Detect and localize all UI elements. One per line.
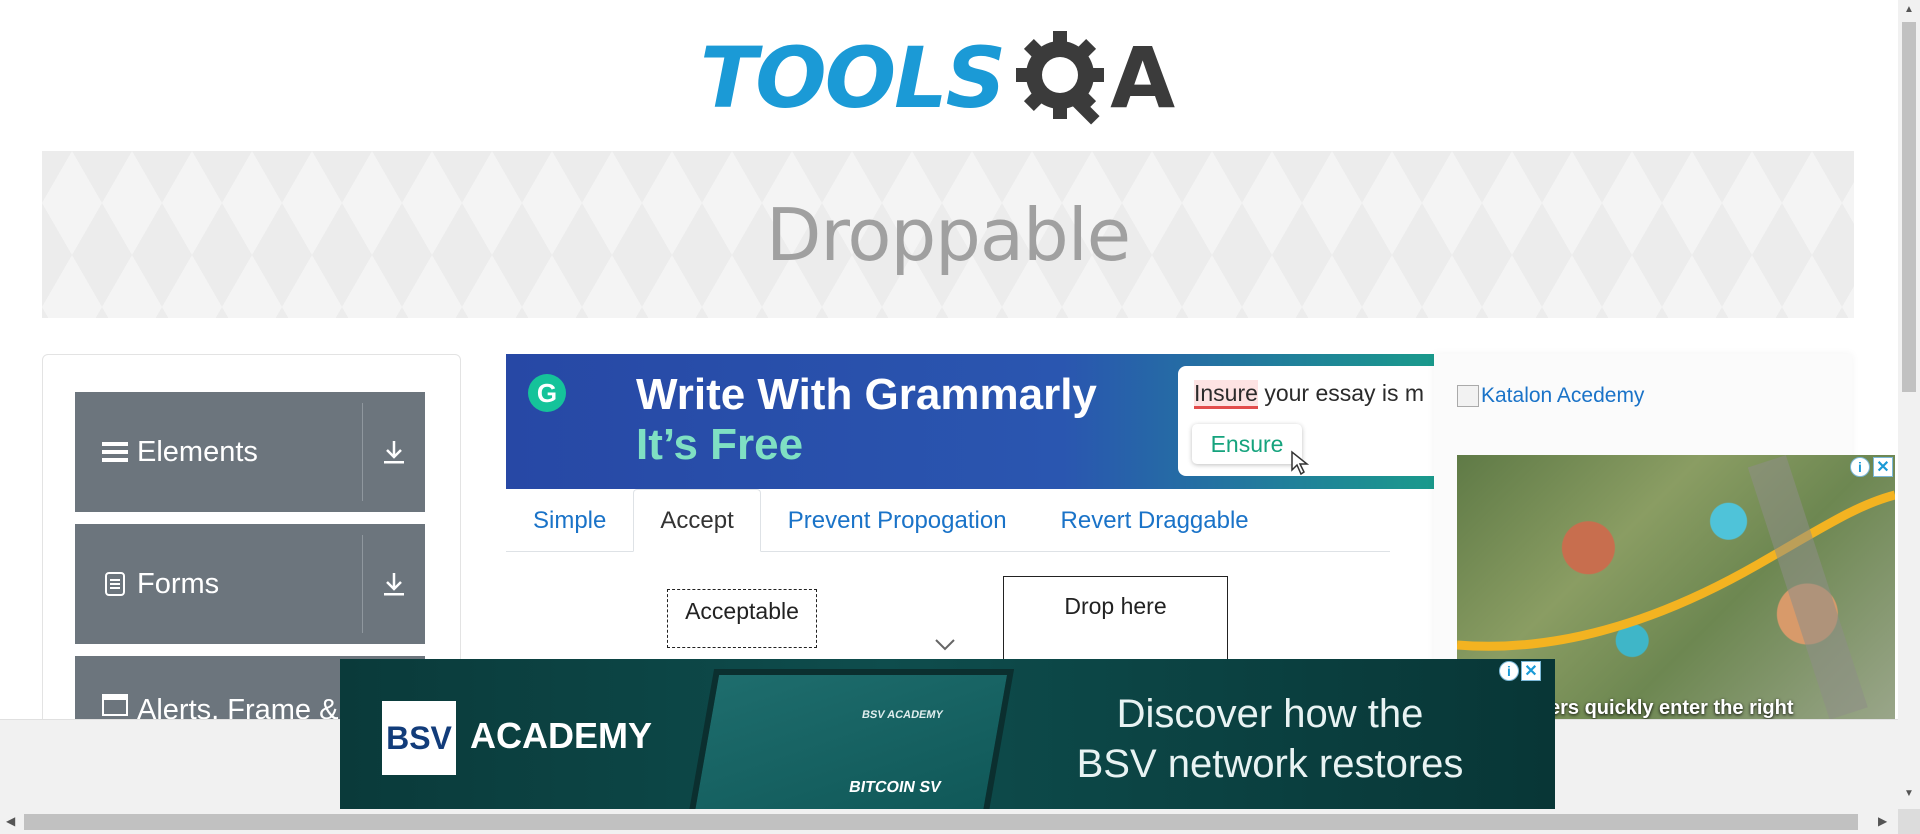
page-title: Droppable [765, 192, 1131, 277]
download-icon[interactable] [363, 439, 425, 465]
sidebar-group-forms[interactable]: Forms [75, 524, 425, 644]
droppable-tabs: Simple Accept Prevent Propogation Revert… [506, 489, 1390, 552]
document-icon [101, 572, 129, 596]
page-banner: Droppable [42, 151, 1854, 318]
toolsqa-logo[interactable]: TOOLS A [700, 20, 1200, 135]
katalon-link-text: Katalon Acedemy [1481, 384, 1645, 407]
tablet-brand: BSV ACADEMY [860, 709, 944, 721]
hamburger-icon [101, 440, 129, 464]
grammarly-ad[interactable]: G Write With Grammarly It’s Free Insure … [506, 354, 1434, 489]
ad-suggestion-chip: Ensure [1192, 424, 1302, 464]
sidebar-group-label: Elements [137, 435, 258, 468]
bsv-brand: ACADEMY [470, 715, 653, 756]
vertical-scrollbar[interactable]: ▲ ▼ [1898, 0, 1920, 809]
ad-subheadline: It’s Free [636, 420, 804, 469]
ad-caption: ers quickly enter the right [1549, 697, 1794, 719]
ad-headline: Write With Grammarly [636, 370, 1097, 419]
scroll-right-icon[interactable]: ▶ [1878, 814, 1887, 828]
scrollbar-corner [1898, 809, 1920, 834]
ad-suggestion-card: Insure your essay is m Ensure [1178, 366, 1434, 476]
download-icon[interactable] [363, 571, 425, 597]
bsv-headline: Discover how the BSV network restores [1020, 689, 1520, 789]
tab-accept[interactable]: Accept [633, 489, 761, 552]
bsv-academy-ad[interactable]: BSV ACADEMY BSV ACADEMY BITCOIN SV Disco… [340, 659, 1555, 809]
chevron-down-icon[interactable] [934, 638, 956, 652]
horizontal-scroll-thumb[interactable] [24, 814, 1858, 830]
tab-simple[interactable]: Simple [506, 489, 633, 552]
bsv-headline-line1: Discover how the [1116, 692, 1424, 736]
vertical-scroll-thumb[interactable] [1902, 22, 1916, 392]
page: TOOLS A Droppable Elements Forms Alerts,… [0, 0, 1920, 834]
scroll-left-icon[interactable]: ◀ [6, 814, 15, 828]
scroll-down-icon[interactable]: ▼ [1898, 788, 1920, 799]
ad-close-icon[interactable]: ✕ [1521, 661, 1541, 681]
sidebar-group-elements[interactable]: Elements [75, 392, 425, 512]
grammarly-logo: G [528, 374, 566, 412]
logo-a-text: A [1110, 28, 1176, 127]
acceptable-draggable[interactable]: Acceptable [667, 589, 817, 648]
ad-error-word: Insure [1194, 380, 1258, 409]
window-icon [101, 694, 129, 716]
tablet-graphic: BSV ACADEMY BITCOIN SV [685, 669, 1015, 809]
katalon-academy-link[interactable]: Katalon Acedemy [1457, 384, 1644, 408]
scroll-up-icon[interactable]: ▲ [1898, 4, 1920, 15]
bsv-headline-line2: BSV network restores [1076, 742, 1464, 786]
ad-info-icon[interactable]: i [1850, 457, 1870, 477]
broken-image-icon [1457, 385, 1479, 407]
ad-sentence: Insure your essay is m [1194, 380, 1425, 409]
ad-close-icon[interactable]: ✕ [1873, 457, 1893, 477]
logo-tools-text: TOOLS [700, 28, 1006, 127]
ad-controls: i ✕ [1499, 661, 1541, 681]
ad-info-icon[interactable]: i [1499, 661, 1519, 681]
tab-prevent-propogation[interactable]: Prevent Propogation [761, 489, 1034, 552]
tab-revert-draggable[interactable]: Revert Draggable [1034, 489, 1276, 552]
ad-controls: i ✕ [1850, 457, 1893, 477]
horizontal-scrollbar[interactable]: ◀ ▶ [0, 809, 1898, 834]
tablet-title: BITCOIN SV [847, 779, 943, 796]
ad-sentence-rest: your essay is m [1257, 380, 1425, 406]
cursor-icon [1291, 450, 1310, 476]
gear-magnifier-icon [1016, 30, 1105, 125]
bsv-logo: BSV [382, 701, 456, 775]
sidebar-group-label: Forms [137, 567, 220, 600]
